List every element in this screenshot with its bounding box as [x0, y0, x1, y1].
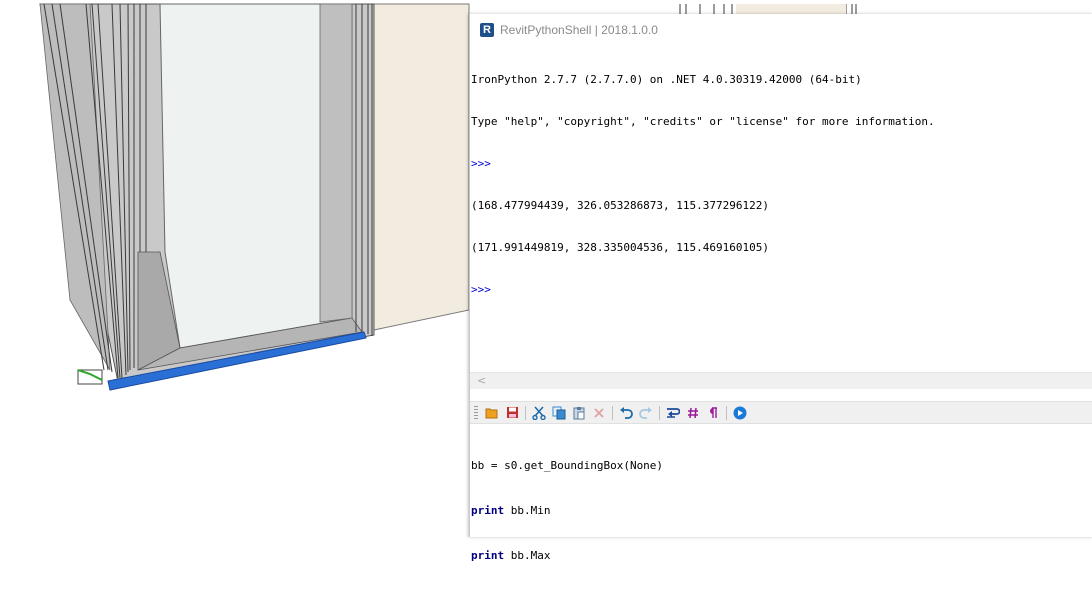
code-text: bb.Max	[504, 549, 551, 562]
output-line: Type "help", "copyright", "credits" or "…	[471, 115, 935, 128]
toolbar-separator	[612, 405, 613, 420]
code-keyword: print	[471, 549, 505, 562]
save-icon[interactable]	[504, 405, 520, 421]
run-icon[interactable]	[732, 405, 748, 421]
title-bar[interactable]: R RevitPythonShell | 2018.1.0.0	[470, 14, 1092, 45]
toolbar-separator	[726, 405, 727, 420]
horizontal-scrollbar[interactable]: <	[470, 372, 1092, 389]
toolbar-separator	[525, 405, 526, 420]
undo-icon[interactable]	[618, 405, 634, 421]
scroll-left-arrow-icon[interactable]: <	[477, 374, 486, 387]
code-line: print bb.Max	[471, 548, 1092, 563]
shell-output[interactable]: IronPython 2.7.7 (2.7.7.0) on .NET 4.0.3…	[470, 45, 1092, 385]
copy-icon[interactable]	[551, 405, 567, 421]
show-whitespace-icon[interactable]	[705, 405, 721, 421]
wall-surface	[373, 3, 470, 331]
code-keyword: print	[471, 504, 505, 517]
prompt-marker: >>>	[471, 283, 491, 296]
code-editor[interactable]: bb = s0.get_BoundingBox(None) print bb.M…	[470, 428, 1092, 562]
delete-icon[interactable]	[591, 405, 607, 421]
line-numbers-icon[interactable]	[685, 405, 701, 421]
code-line: print bb.Min	[471, 503, 1092, 518]
view-marker-icon	[77, 369, 103, 385]
code-line: bb = s0.get_BoundingBox(None)	[471, 459, 664, 472]
output-line: (168.477994439, 326.053286873, 115.37729…	[471, 199, 770, 212]
paste-icon[interactable]	[571, 405, 587, 421]
cut-icon[interactable]	[531, 405, 547, 421]
window-title: RevitPythonShell | 2018.1.0.0	[500, 22, 658, 37]
code-text: bb.Min	[504, 504, 551, 517]
revit-python-shell-window[interactable]: R RevitPythonShell | 2018.1.0.0 IronPyth…	[469, 14, 1092, 562]
open-icon[interactable]	[484, 405, 500, 421]
editor-toolbar	[470, 401, 1092, 424]
toolbar-grip[interactable]	[474, 405, 478, 420]
redo-icon[interactable]	[638, 405, 654, 421]
word-wrap-icon[interactable]	[665, 405, 681, 421]
output-line: IronPython 2.7.7 (2.7.7.0) on .NET 4.0.3…	[471, 73, 862, 86]
prompt-marker: >>>	[471, 157, 491, 170]
revit-logo-icon: R	[480, 22, 494, 37]
output-line: (171.991449819, 328.335004536, 115.46916…	[471, 241, 770, 254]
toolbar-separator	[659, 405, 660, 420]
